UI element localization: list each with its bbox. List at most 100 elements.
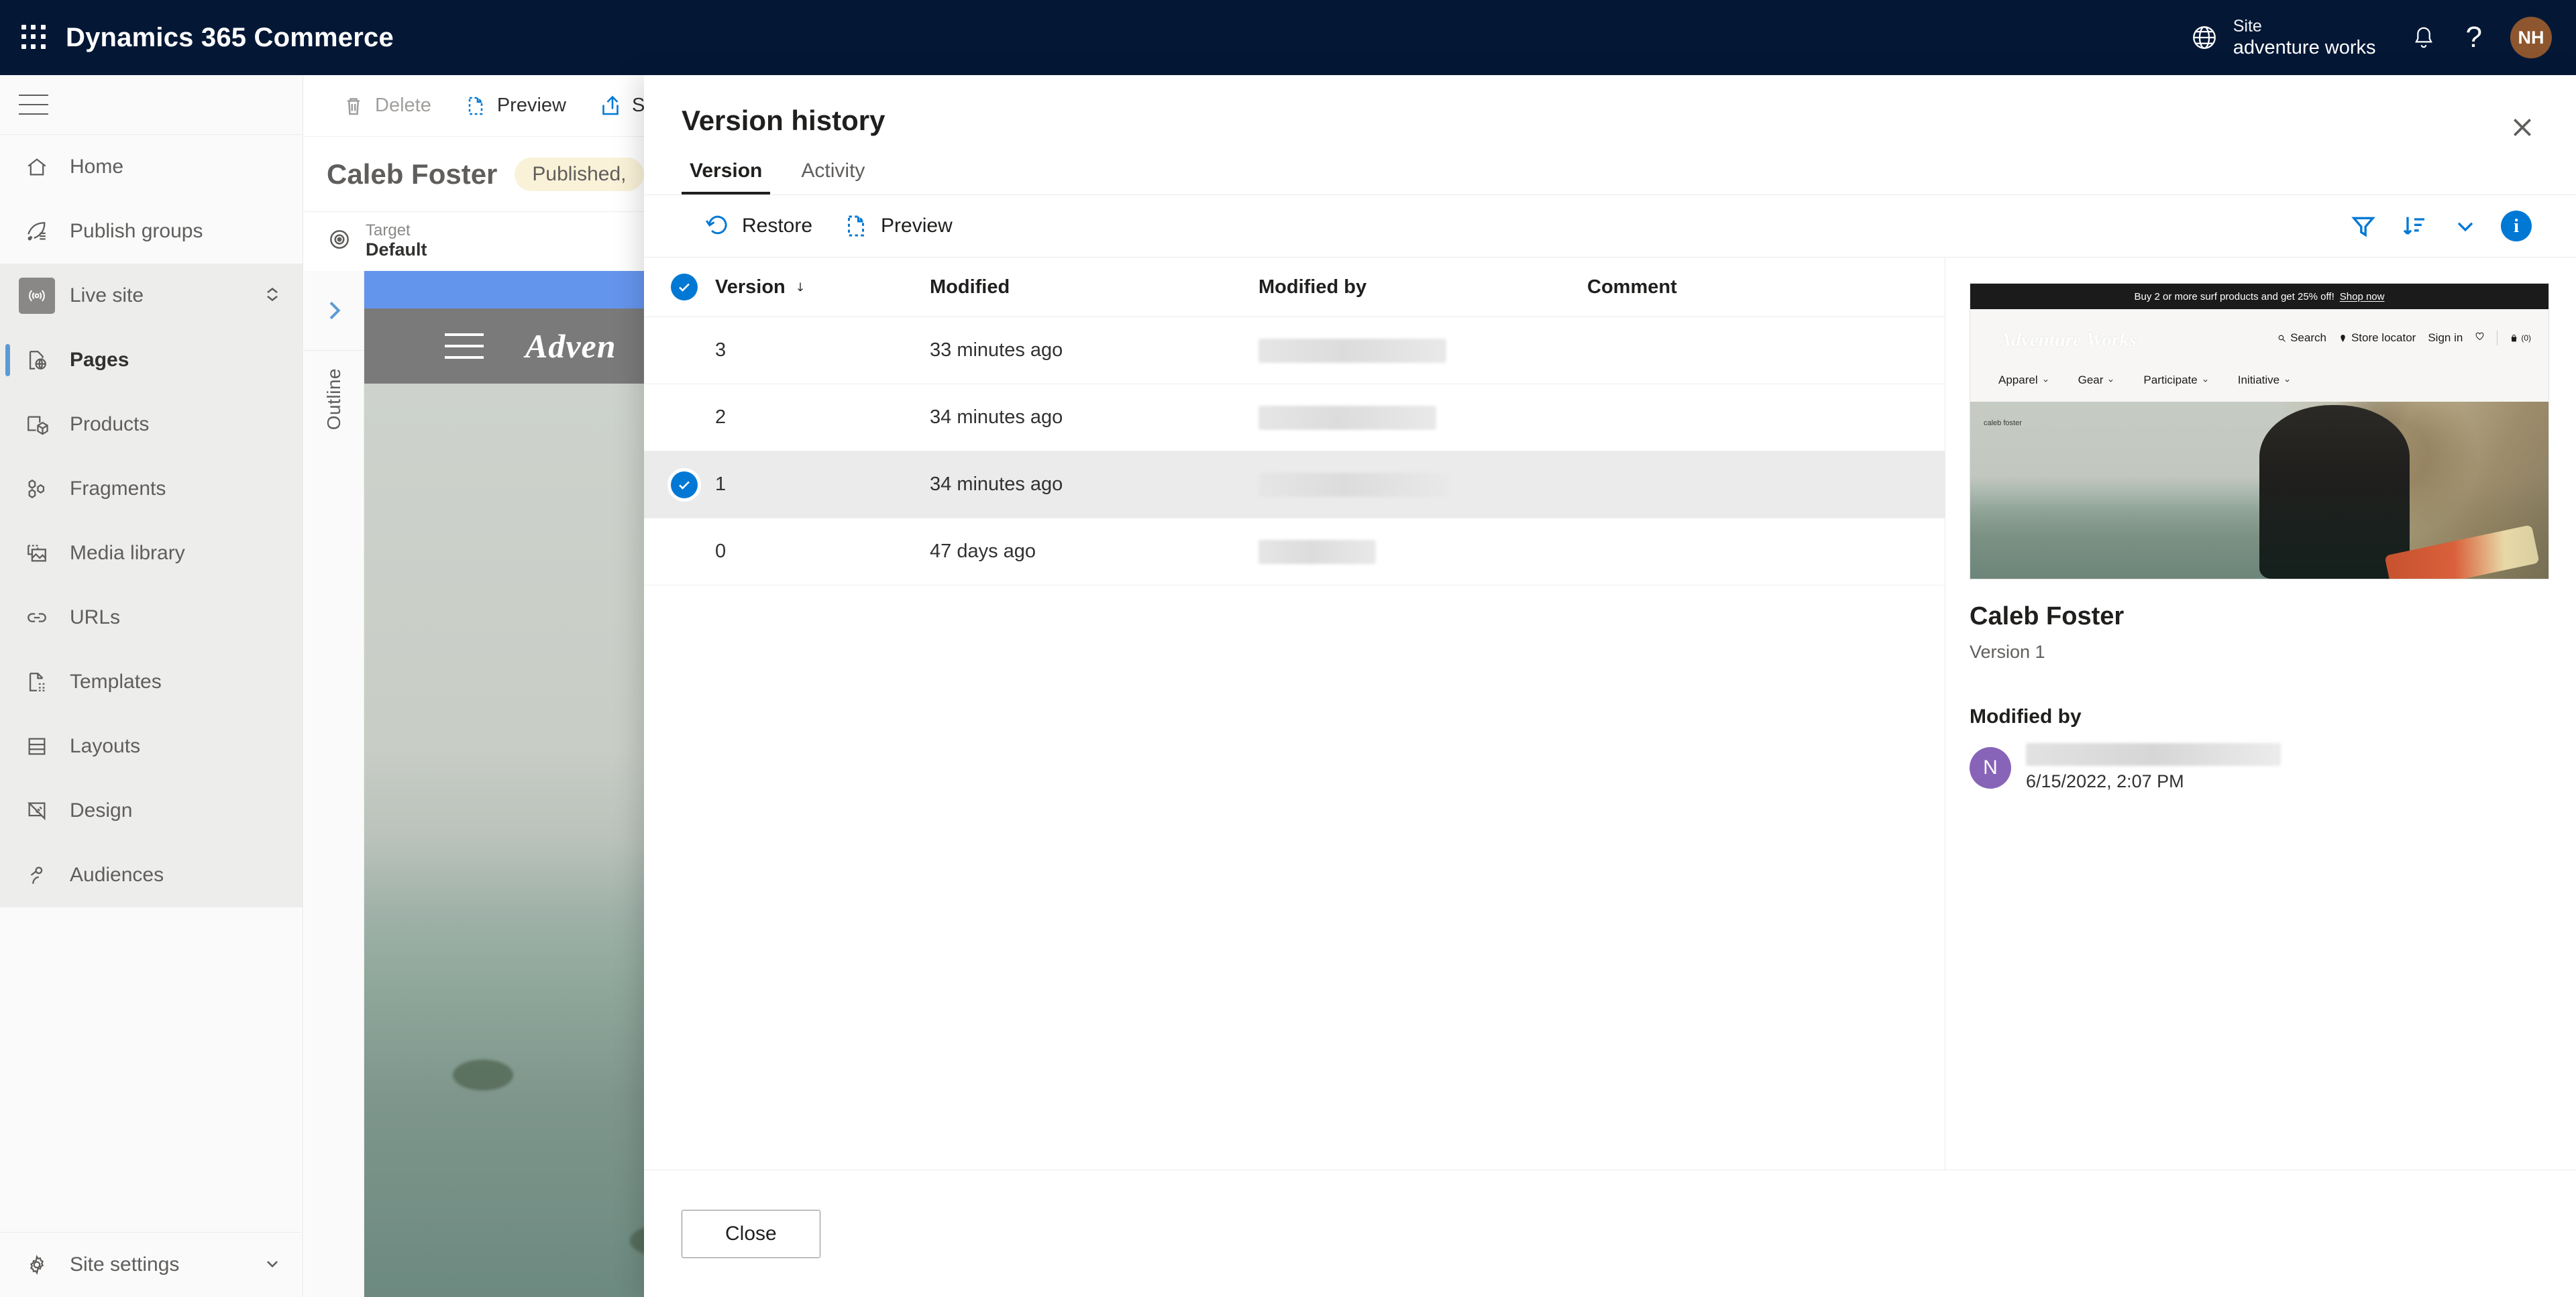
tab-activity[interactable]: Activity (793, 160, 873, 194)
info-label: i (2501, 211, 2532, 241)
thumbnail-logo: Adventure Works (1998, 329, 2137, 351)
sidebar-item-label: Publish groups (70, 220, 203, 242)
sidebar-bottom: Site settings (0, 1232, 303, 1297)
nav-item-initiative: Initiative (2238, 374, 2290, 387)
sidebar-item-products[interactable]: Products (0, 392, 303, 457)
gear-icon (19, 1247, 55, 1283)
chevron-up-down-icon[interactable] (261, 283, 284, 309)
detail-title: Caleb Foster (1970, 602, 2125, 630)
sidebar-item-label: Site settings (70, 1253, 180, 1276)
divider (304, 350, 364, 351)
status-badge: Published, (515, 157, 644, 191)
sidebar: Home Publish groups Live site Pages Prod… (0, 75, 303, 1297)
utility-link-label: Store locator (2351, 331, 2416, 344)
row-checkbox[interactable] (671, 471, 715, 498)
tab-version[interactable]: Version (682, 160, 771, 194)
rocket-list-icon (19, 213, 55, 249)
info-circle-icon[interactable]: i (2494, 204, 2538, 248)
select-all-checkbox[interactable] (671, 274, 715, 300)
sidebar-item-templates[interactable]: Templates (0, 650, 303, 714)
site-selector[interactable]: Site adventure works (2233, 16, 2396, 60)
delete-label: Delete (375, 95, 431, 116)
table-row[interactable]: 3 33 minutes ago (644, 317, 1945, 384)
sidebar-item-pages[interactable]: Pages (0, 328, 303, 392)
version-thumbnail: Buy 2 or more surf products and get 25% … (1970, 283, 2549, 579)
panel-toolbar-actions: i (2341, 204, 2538, 248)
site-label: Site (2233, 16, 2262, 36)
grid-waffle-icon[interactable] (19, 22, 50, 53)
modified-date: 6/15/2022, 2:07 PM (2026, 771, 2184, 791)
sort-descending-icon[interactable] (2392, 204, 2436, 248)
sidebar-item-label: Templates (70, 671, 162, 693)
sidebar-item-audiences[interactable]: Audiences (0, 843, 303, 907)
sidebar-item-live-site[interactable]: Live site (0, 264, 303, 328)
restore-label: Restore (742, 215, 813, 237)
filter-funnel-icon[interactable] (2341, 204, 2385, 248)
column-header-modified-by[interactable]: Modified by (1258, 276, 1587, 298)
outline-rail: Outline (304, 271, 364, 1297)
media-image-icon (19, 535, 55, 571)
sidebar-item-media-library[interactable]: Media library (0, 521, 303, 585)
panel-header: Version history (644, 75, 2576, 137)
question-mark-icon[interactable]: ? (2451, 0, 2497, 75)
sidebar-item-layouts[interactable]: Layouts (0, 714, 303, 779)
hamburger-menu-icon[interactable] (0, 75, 303, 134)
globe-icon[interactable] (2176, 0, 2233, 75)
home-icon (19, 149, 55, 185)
hamburger-menu-icon (445, 333, 484, 359)
redacted-name (1258, 405, 1436, 430)
sidebar-item-home[interactable]: Home (0, 135, 303, 199)
hero-caption: caleb foster (1984, 419, 2022, 427)
nav-item-participate: Participate (2143, 374, 2208, 387)
preview-button[interactable]: Preview (827, 201, 967, 251)
product-box-icon (19, 406, 55, 443)
column-header-comment[interactable]: Comment (1587, 276, 1945, 298)
table-row[interactable]: 1 34 minutes ago (644, 451, 1945, 518)
chevron-down-icon[interactable] (2443, 204, 2487, 248)
page-title: Caleb Foster (327, 158, 498, 190)
sidebar-item-fragments[interactable]: Fragments (0, 457, 303, 521)
thumbnail-hero-image: caleb foster (1970, 402, 2548, 579)
redacted-name (1258, 472, 1450, 497)
heart-icon (2475, 331, 2485, 345)
utility-link-label: Search (2290, 331, 2326, 344)
restore-button[interactable]: Restore (688, 201, 827, 251)
sidebar-item-label: Audiences (70, 864, 164, 886)
sidebar-item-publish-groups[interactable]: Publish groups (0, 199, 303, 264)
fragments-icon (19, 471, 55, 507)
sidebar-item-site-settings[interactable]: Site settings (0, 1233, 303, 1297)
chevron-right-icon[interactable] (321, 271, 347, 350)
search-icon: Search (2277, 331, 2326, 345)
notification-bell-icon[interactable] (2396, 0, 2451, 75)
sidebar-item-label: Layouts (70, 735, 141, 757)
close-button[interactable]: Close (682, 1209, 820, 1258)
table-header-row: Version Modified Modified by Comment (644, 258, 1945, 317)
avatar: N (1970, 746, 2011, 789)
table-row[interactable]: 0 47 days ago (644, 518, 1945, 585)
preview-button[interactable]: Preview (447, 75, 582, 137)
outline-label: Outline (323, 368, 344, 431)
help-label: ? (2465, 21, 2482, 54)
cell-version: 2 (715, 406, 727, 428)
checkbox-checked-icon (671, 471, 698, 498)
chevron-down-icon[interactable] (261, 1252, 284, 1278)
checkbox-checked-icon (671, 274, 698, 300)
close-x-icon[interactable] (2498, 103, 2546, 152)
table-row[interactable]: 2 34 minutes ago (644, 384, 1945, 451)
column-header-version[interactable]: Version (715, 276, 930, 298)
nav-item-apparel: Apparel (1998, 374, 2049, 387)
sidebar-item-label: Live site (70, 284, 144, 306)
site-name: adventure works (2233, 36, 2376, 58)
redacted-name (2026, 743, 2281, 766)
delete-button[interactable]: Delete (325, 75, 447, 137)
sidebar-item-urls[interactable]: URLs (0, 585, 303, 650)
share-label: S (631, 95, 645, 116)
layout-icon (19, 728, 55, 765)
promo-link: Shop now (2339, 290, 2385, 302)
column-header-modified[interactable]: Modified (930, 276, 1258, 298)
nav-item-gear: Gear (2078, 374, 2114, 387)
avatar[interactable]: NH (2510, 17, 2552, 58)
panel-title: Version history (682, 105, 885, 136)
panel-footer: Close (644, 1170, 2576, 1297)
sidebar-item-design[interactable]: Design (0, 779, 303, 843)
